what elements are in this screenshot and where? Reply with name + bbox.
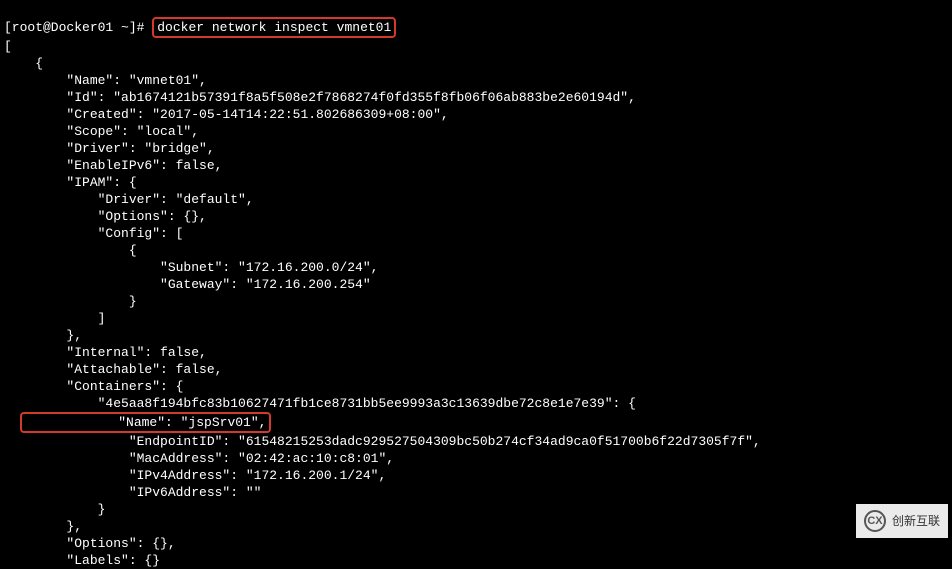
shell-prompt: [root@Docker01 ~]# (4, 20, 152, 35)
out-l17: }, (4, 328, 82, 343)
out-l25: "IPv4Address": "172.16.200.1/24", (4, 468, 386, 483)
out-l26: "IPv6Address": "" (4, 485, 261, 500)
out-l03: "Id": "ab1674121b57391f8a5f508e2f7868274… (4, 90, 636, 105)
command-text: docker network inspect vmnet01 (157, 20, 391, 35)
out-l24: "MacAddress": "02:42:ac:10:c8:01", (4, 451, 394, 466)
out-l29: "Options": {}, (4, 536, 176, 551)
container-name-line: "Name": "jspSrv01", (25, 415, 267, 430)
container-name-highlight: "Name": "jspSrv01", (20, 412, 272, 433)
out-l28: }, (4, 519, 82, 534)
out-l09: "Driver": "default", (4, 192, 254, 207)
out-l02: "Name": "vmnet01", (4, 73, 207, 88)
out-l20: "Containers": { (4, 379, 183, 394)
out-l01: { (4, 56, 43, 71)
command-highlight: docker network inspect vmnet01 (152, 17, 396, 38)
out-l14: "Gateway": "172.16.200.254" (4, 277, 371, 292)
out-l19: "Attachable": false, (4, 362, 222, 377)
out-l12: { (4, 243, 137, 258)
watermark-logo-icon: CX (864, 510, 886, 532)
out-l15: } (4, 294, 137, 309)
out-l13: "Subnet": "172.16.200.0/24", (4, 260, 378, 275)
out-l27: } (4, 502, 105, 517)
out-l11: "Config": [ (4, 226, 183, 241)
out-l08: "IPAM": { (4, 175, 137, 190)
out-l00: [ (4, 39, 12, 54)
out-l07: "EnableIPv6": false, (4, 158, 222, 173)
out-l23: "EndpointID": "61548215253dadc9295275043… (4, 434, 761, 449)
out-l18: "Internal": false, (4, 345, 207, 360)
out-l21: "4e5aa8f194bfc83b10627471fb1ce8731bb5ee9… (4, 396, 636, 411)
out-l06: "Driver": "bridge", (4, 141, 215, 156)
out-l05: "Scope": "local", (4, 124, 199, 139)
out-l04: "Created": "2017-05-14T14:22:51.80268630… (4, 107, 449, 122)
terminal-output: [root@Docker01 ~]# docker network inspec… (0, 0, 952, 569)
out-l30: "Labels": {} (4, 553, 160, 568)
watermark-text: 创新互联 (892, 513, 940, 530)
out-l10: "Options": {}, (4, 209, 207, 224)
out-l16: ] (4, 311, 105, 326)
watermark: CX 创新互联 (856, 504, 948, 538)
